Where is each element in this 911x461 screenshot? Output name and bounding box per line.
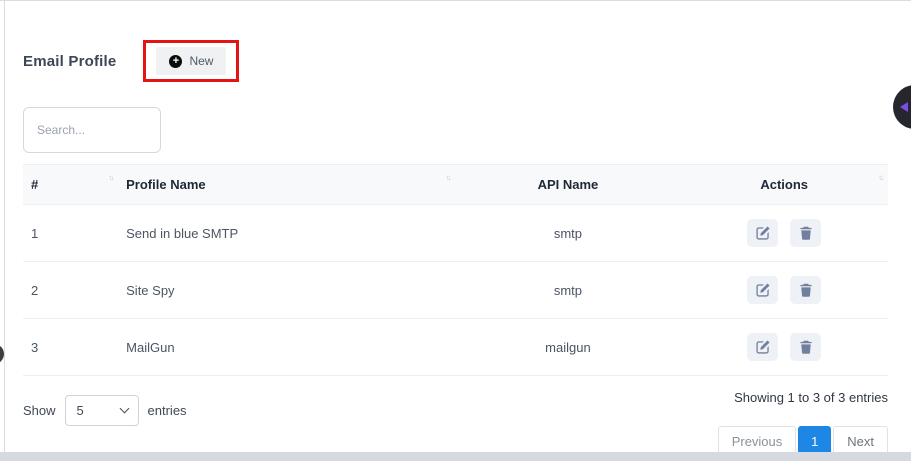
trash-icon xyxy=(799,226,813,240)
edit-button[interactable] xyxy=(747,276,778,304)
annotation-highlight: + New xyxy=(143,40,239,82)
table-header-row: # ↑↓ Profile Name ↑↓ API Name Actions ↑↓ xyxy=(23,165,888,205)
edit-icon xyxy=(756,283,770,297)
row-number: 3 xyxy=(23,319,118,376)
page-size-select-wrap: 5 xyxy=(65,395,139,426)
sort-icon[interactable]: ↑↓ xyxy=(445,173,449,182)
profile-name-cell: MailGun xyxy=(118,319,455,376)
title-row: Email Profile + New xyxy=(23,40,888,82)
column-header-profile-name[interactable]: Profile Name ↑↓ xyxy=(118,165,455,205)
trash-icon xyxy=(799,283,813,297)
bottom-strip xyxy=(0,452,911,461)
row-number: 2 xyxy=(23,262,118,319)
email-profile-panel: Email Profile + New # ↑↓ Profile Name ↑↓ xyxy=(0,0,911,457)
edit-icon xyxy=(756,226,770,240)
profile-name-cell: Site Spy xyxy=(118,262,455,319)
entries-info: Showing 1 to 3 of 3 entries xyxy=(734,390,888,405)
entries-label: entries xyxy=(148,403,187,418)
edit-button[interactable] xyxy=(747,333,778,361)
page-size-control: Show 5 entries xyxy=(23,390,187,426)
page-size-select[interactable]: 5 xyxy=(65,395,139,426)
edit-icon xyxy=(756,340,770,354)
table-row: 1 Send in blue SMTP smtp xyxy=(23,205,888,262)
column-header-number[interactable]: # ↑↓ xyxy=(23,165,118,205)
sort-icon[interactable]: ↑↓ xyxy=(108,173,112,182)
new-button-label: New xyxy=(189,54,213,68)
edit-button[interactable] xyxy=(747,219,778,247)
table-footer: Show 5 entries Showing 1 to 3 of 3 entri… xyxy=(23,390,888,457)
show-label: Show xyxy=(23,403,56,418)
column-header-api-name[interactable]: API Name xyxy=(455,165,680,205)
actions-cell xyxy=(680,319,888,376)
trash-icon xyxy=(799,340,813,354)
api-name-cell: smtp xyxy=(455,262,680,319)
plus-circle-icon: + xyxy=(169,55,182,68)
row-number: 1 xyxy=(23,205,118,262)
arrow-left-icon xyxy=(900,102,908,112)
actions-cell xyxy=(680,205,888,262)
actions-cell xyxy=(680,262,888,319)
delete-button[interactable] xyxy=(790,276,821,304)
table-row: 3 MailGun mailgun xyxy=(23,319,888,376)
footer-right: Showing 1 to 3 of 3 entries Previous 1 N… xyxy=(718,390,888,457)
search-input[interactable] xyxy=(23,107,161,153)
new-button[interactable]: + New xyxy=(156,47,226,75)
email-profiles-table: # ↑↓ Profile Name ↑↓ API Name Actions ↑↓… xyxy=(23,164,888,376)
api-name-cell: mailgun xyxy=(455,319,680,376)
api-name-cell: smtp xyxy=(455,205,680,262)
delete-button[interactable] xyxy=(790,333,821,361)
profile-name-cell: Send in blue SMTP xyxy=(118,205,455,262)
page-title: Email Profile xyxy=(23,53,116,70)
sort-icon[interactable]: ↑↓ xyxy=(878,173,882,182)
column-header-actions[interactable]: Actions ↑↓ xyxy=(680,165,888,205)
delete-button[interactable] xyxy=(790,219,821,247)
table-row: 2 Site Spy smtp xyxy=(23,262,888,319)
